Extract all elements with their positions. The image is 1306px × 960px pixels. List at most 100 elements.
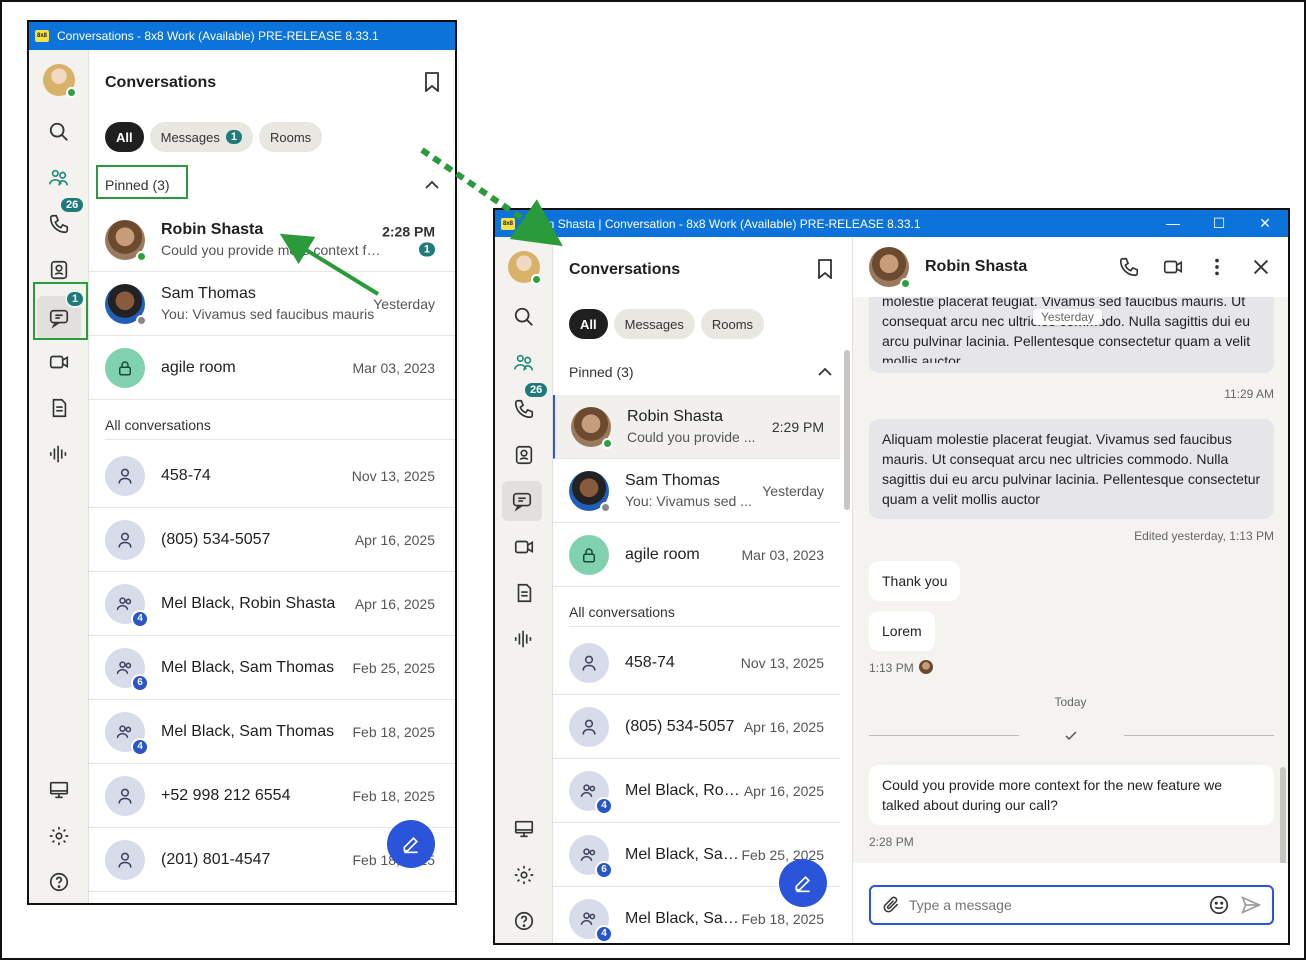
rail-help[interactable] xyxy=(495,901,552,941)
chip-messages[interactable]: Messages 1 xyxy=(149,122,253,152)
rail-contacts-group[interactable] xyxy=(495,343,552,383)
rail-profile[interactable] xyxy=(495,247,552,287)
conversation-row-sam[interactable]: Sam Thomas You: Vivamus sed ... Yesterday xyxy=(553,459,840,523)
avatar xyxy=(105,283,147,326)
close-chat-icon[interactable] xyxy=(1250,256,1272,278)
message-bubble-3[interactable]: Thank you xyxy=(869,561,961,601)
chip-rooms[interactable]: Rooms xyxy=(700,309,765,339)
conversation-row[interactable]: 458-74 Nov 13, 2025 xyxy=(553,631,840,695)
rail-phone[interactable]: 26 xyxy=(495,381,552,429)
rail-documents[interactable] xyxy=(495,573,552,613)
avatar xyxy=(569,470,611,513)
conversation-row-sam[interactable]: Sam Thomas You: Vivamus sed faucibus maur… xyxy=(89,272,455,336)
conversation-row[interactable]: 458-74 Nov 13, 2025 xyxy=(89,444,455,508)
search-icon xyxy=(49,122,68,141)
pencil-icon xyxy=(795,875,811,893)
row-time: Apr 16, 2025 xyxy=(743,782,824,799)
person-icon xyxy=(582,655,596,671)
conversation-row[interactable]: 4Mel Black, Robin ShastaApr 16, 2025 xyxy=(553,759,840,823)
avatar: 4 xyxy=(569,770,613,815)
row-name: (805) 534-5057 xyxy=(625,717,735,735)
rail-video[interactable] xyxy=(29,342,88,382)
conversation-row-agile-room[interactable]: agile room Mar 03, 2023 xyxy=(553,523,840,587)
row-name: Mel Black, Sam Thomas xyxy=(161,658,335,676)
chip-messages[interactable]: Messages xyxy=(613,309,695,339)
new-conversation-button[interactable] xyxy=(387,820,435,868)
paperclip-icon[interactable] xyxy=(881,895,901,915)
video-call-button[interactable] xyxy=(1162,256,1184,278)
pinned-section-header[interactable]: Pinned (3) xyxy=(569,357,840,387)
person-icon xyxy=(118,532,132,548)
conversation-row-robin[interactable]: Robin Shasta Could you provide ... 2:29 P… xyxy=(553,395,840,459)
chip-rooms[interactable]: Rooms xyxy=(259,122,323,152)
conversation-row[interactable]: 6 Mel Black, Sam Thomas Feb 25, 2025 xyxy=(89,636,455,700)
rail-desktop[interactable] xyxy=(29,770,88,810)
rail-search[interactable] xyxy=(495,297,552,337)
rail-phone[interactable]: 26 xyxy=(29,196,88,244)
group-icon xyxy=(116,724,132,738)
conversation-row-robin[interactable]: Robin Shasta Could you provide more conte… xyxy=(89,208,455,272)
minimize-button[interactable]: — xyxy=(1150,215,1196,232)
filter-chips: All Messages 1 Rooms xyxy=(105,122,323,152)
help-icon xyxy=(514,911,533,931)
conversation-row[interactable]: (805) 534-5057 Apr 16, 2025 xyxy=(89,508,455,572)
list-scrollbar[interactable] xyxy=(844,350,850,510)
call-button[interactable] xyxy=(1118,256,1140,278)
presence-available-icon xyxy=(530,274,542,285)
person-icon xyxy=(118,788,132,804)
row-time: Nov 13, 2025 xyxy=(351,467,435,484)
message-bubble-2[interactable]: Aliquam molestie placerat feugiat. Vivam… xyxy=(869,419,1274,519)
message-input[interactable] xyxy=(909,897,1208,913)
chat-scrollbar[interactable] xyxy=(1280,767,1286,867)
rail-chat[interactable] xyxy=(502,481,542,521)
row-time: Feb 18, 2025 xyxy=(352,723,435,740)
rail-documents[interactable] xyxy=(29,388,88,428)
bookmark-icon[interactable] xyxy=(425,72,439,92)
conversation-row[interactable]: 4 Mel Black, Sam Thomas Feb 18, 2025 xyxy=(89,700,455,764)
rail-contacts-group[interactable] xyxy=(29,158,88,198)
more-options-icon[interactable] xyxy=(1206,256,1228,278)
conversation-row[interactable]: +52 998 212 6554 Feb 18, 2025 xyxy=(89,764,455,828)
maximize-button[interactable]: ☐ xyxy=(1196,215,1242,232)
send-icon[interactable] xyxy=(1240,894,1262,916)
row-time: Apr 16, 2025 xyxy=(354,595,435,612)
unread-count: 1 xyxy=(418,242,435,256)
conversation-row[interactable]: (805) 534-5057 Apr 16, 2025 xyxy=(553,695,840,759)
rail-desktop[interactable] xyxy=(495,809,552,849)
rail-voicemail[interactable] xyxy=(29,434,88,474)
rail-contacts[interactable] xyxy=(495,435,552,475)
chip-all[interactable]: All xyxy=(569,309,608,339)
message-4-text: Lorem xyxy=(882,623,922,639)
rail-search[interactable] xyxy=(29,112,88,152)
rail-help[interactable] xyxy=(29,862,88,902)
chevron-up-icon xyxy=(425,180,439,189)
emoji-icon[interactable] xyxy=(1208,894,1230,916)
message-bubble-4[interactable]: Lorem xyxy=(869,611,935,651)
presence-available-icon xyxy=(136,250,147,262)
bookmark-icon[interactable] xyxy=(818,259,832,279)
rail-settings[interactable] xyxy=(29,816,88,856)
rail-voicemail[interactable] xyxy=(495,619,552,659)
member-count-badge: 4 xyxy=(595,796,613,815)
video-icon xyxy=(49,355,68,369)
rail-video[interactable] xyxy=(495,527,552,567)
row-time: 2:28 PM xyxy=(382,223,435,239)
new-conversation-button[interactable] xyxy=(779,859,827,907)
rail-profile[interactable] xyxy=(29,60,88,100)
row-name: Mel Black, Sam Thomas xyxy=(161,722,335,740)
compose-box[interactable] xyxy=(869,885,1274,925)
conversation-row-agile-room[interactable]: agile room Mar 03, 2023 xyxy=(89,336,455,400)
gear-icon xyxy=(514,865,533,885)
left-window: 8x8 Conversations - 8x8 Work (Available)… xyxy=(27,20,457,905)
row-time: Feb 25, 2025 xyxy=(352,659,435,676)
avatar xyxy=(569,642,609,683)
rail-settings[interactable] xyxy=(495,855,552,895)
lock-icon xyxy=(583,547,595,562)
chip-all[interactable]: All xyxy=(105,122,144,152)
member-count-badge: 6 xyxy=(131,673,149,692)
person-icon xyxy=(118,468,132,484)
close-window-button[interactable]: ✕ xyxy=(1242,215,1288,232)
conversation-row[interactable]: 4Mel Black, Robin ShastaApr 16, 2025 xyxy=(89,572,455,636)
pinned-highlight-box xyxy=(96,165,188,199)
message-bubble-5[interactable]: Could you provide more context for the n… xyxy=(869,765,1274,825)
